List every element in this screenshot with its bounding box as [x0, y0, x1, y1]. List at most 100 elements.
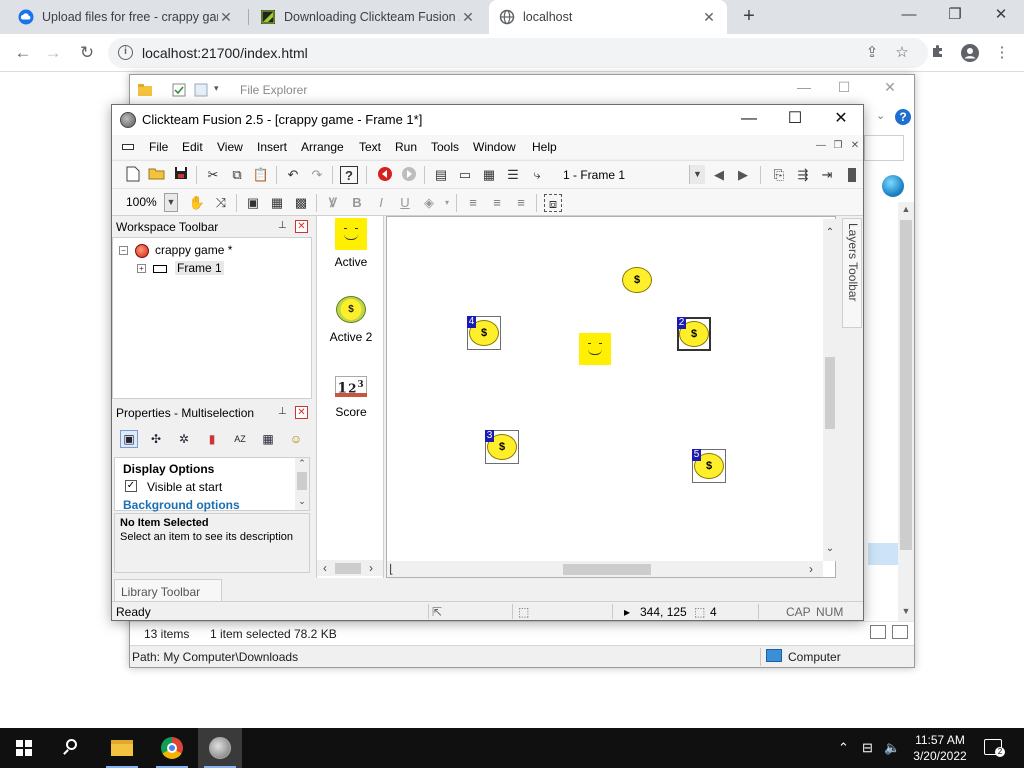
visible-at-start-checkbox[interactable]: ✓: [125, 480, 137, 492]
network-icon[interactable]: ⊟: [862, 740, 873, 756]
previous-frame-icon[interactable]: ◀: [710, 166, 728, 184]
profile-avatar-icon[interactable]: [960, 43, 980, 63]
browser-tab-upload[interactable]: Upload files for free - crappy gam ✕: [8, 0, 244, 34]
menu-help[interactable]: Help: [532, 140, 557, 154]
show-hidden-icons-chevron[interactable]: ⌃: [838, 740, 849, 756]
menu-window[interactable]: Window: [473, 140, 516, 154]
share-icon[interactable]: ⇪: [862, 43, 882, 63]
extensions-puzzle-icon[interactable]: [928, 43, 948, 63]
scroll-left-icon[interactable]: ‹: [323, 561, 327, 575]
fe-search-box[interactable]: [864, 135, 904, 161]
properties-scrollbar[interactable]: ⌃ ⌄: [295, 458, 309, 510]
help-icon[interactable]: ?: [895, 109, 911, 125]
values-tab-icon[interactable]: ▮: [203, 430, 221, 448]
search-icon[interactable]: [62, 739, 80, 757]
score-counter-icon[interactable]: 123: [335, 376, 367, 397]
mdi-close-icon[interactable]: ✕: [848, 139, 862, 153]
paste-icon[interactable]: 📋: [252, 166, 270, 184]
display-tab-icon[interactable]: ▣: [120, 430, 138, 448]
clickteam-fusion-window[interactable]: Clickteam Fusion 2.5 - [crappy game - Fr…: [111, 104, 864, 621]
zoom-dropdown[interactable]: 100% ▼: [122, 193, 178, 212]
fe-close-button[interactable]: ✕: [872, 79, 908, 96]
bold-icon[interactable]: B: [348, 194, 366, 212]
undo-icon[interactable]: ↶: [284, 166, 302, 184]
copy-icon[interactable]: ⧉: [228, 166, 246, 184]
fe-minimize-button[interactable]: —: [786, 79, 822, 95]
menu-edit[interactable]: Edit: [182, 140, 203, 154]
reload-button[interactable]: ↻: [76, 42, 98, 64]
browser-tab-downloading[interactable]: Downloading Clickteam Fusion 2. ✕: [250, 0, 486, 34]
close-window-button[interactable]: ✕: [978, 0, 1024, 32]
forward-button[interactable]: →: [42, 42, 64, 64]
editor-vscrollbar[interactable]: ⌃ ⌄: [823, 219, 837, 561]
taskbar-clock[interactable]: 11:57 AM 3/20/2022: [900, 732, 980, 764]
background-options-category[interactable]: Background options: [123, 498, 240, 512]
menu-arrange[interactable]: Arrange: [301, 140, 344, 154]
scale-rotate-icon[interactable]: ⤨: [212, 194, 230, 212]
scroll-right-icon[interactable]: ›: [369, 561, 373, 575]
bookmark-star-icon[interactable]: ☆: [892, 43, 912, 63]
mdi-restore-icon[interactable]: ❐: [831, 139, 845, 153]
mdi-minimize-icon[interactable]: —: [814, 139, 828, 153]
browser-tab-localhost[interactable]: localhost ✕: [489, 0, 727, 34]
event-list-editor-icon[interactable]: ☰: [504, 166, 522, 184]
expand-icon[interactable]: +: [137, 264, 146, 273]
tab-close-icon[interactable]: ✕: [701, 9, 717, 26]
menu-tools[interactable]: Tools: [431, 140, 459, 154]
fe-maximize-button[interactable]: ☐: [826, 79, 862, 96]
save-disk-icon[interactable]: [172, 166, 190, 184]
new-file-icon[interactable]: [124, 166, 142, 184]
pin-icon[interactable]: ⊥: [278, 220, 287, 231]
fusion-close-button[interactable]: ✕: [818, 105, 864, 135]
scroll-down-icon[interactable]: ⌄: [295, 496, 309, 507]
tree-item-game[interactable]: − crappy game *: [119, 243, 299, 259]
menu-text[interactable]: Text: [359, 140, 381, 154]
notification-center-icon[interactable]: 2: [984, 739, 1005, 757]
new-folder-icon[interactable]: [194, 83, 208, 97]
editor-hscrollbar[interactable]: ⌊ ›: [387, 561, 823, 577]
scroll-down-icon[interactable]: ▼: [898, 606, 914, 616]
scroll-up-icon[interactable]: ⌃: [823, 227, 837, 238]
frame-editor-canvas[interactable]: $ $ 4 $ 2 $ 3 $ 5 ⌃ ⌄ ⌊ ›: [386, 216, 837, 578]
active-object-icon[interactable]: [335, 218, 367, 250]
align-right-icon[interactable]: ≡: [512, 194, 530, 212]
taskbar-chrome[interactable]: [150, 728, 194, 768]
new-tab-button[interactable]: +: [738, 6, 760, 28]
back-button[interactable]: ←: [12, 42, 34, 64]
properties-scroll-thumb[interactable]: [297, 472, 307, 490]
resize-frame-icon[interactable]: ⧈: [544, 194, 562, 212]
fe-scrollbar[interactable]: ▲ ▼: [898, 202, 914, 622]
menu-file[interactable]: File: [149, 140, 168, 154]
fusion-minimize-button[interactable]: —: [726, 105, 772, 135]
volume-icon[interactable]: 🔈: [884, 740, 900, 756]
underline-icon[interactable]: U: [396, 194, 414, 212]
run-application-icon[interactable]: ⇶: [794, 166, 812, 184]
hand-pan-icon[interactable]: ✋: [188, 194, 206, 212]
text-properties-icon[interactable]: Ꝟ: [324, 194, 342, 212]
frame-selector-dropdown[interactable]: 1 - Frame 1 ▼: [556, 164, 706, 185]
scroll-up-icon[interactable]: ▲: [898, 204, 914, 214]
redo-icon[interactable]: ↷: [308, 166, 326, 184]
alphabetic-tab-icon[interactable]: AZ: [231, 430, 249, 448]
align-left-icon[interactable]: ≡: [464, 194, 482, 212]
italic-icon[interactable]: I: [372, 194, 390, 212]
scroll-up-icon[interactable]: ⌃: [295, 458, 309, 469]
large-icons-view-icon[interactable]: [892, 625, 908, 639]
scroll-right-icon[interactable]: ›: [809, 562, 813, 576]
objects-hscrollbar[interactable]: ‹ ›: [317, 560, 383, 576]
layers-toolbar-tab[interactable]: Layers Toolbar: [842, 218, 862, 328]
editor-vscroll-thumb[interactable]: [825, 357, 835, 429]
restore-button[interactable]: ❐: [932, 0, 978, 32]
go-back-icon[interactable]: [376, 166, 394, 184]
panel-close-icon[interactable]: ✕: [295, 220, 308, 233]
editor-hscroll-thumb[interactable]: [563, 564, 651, 575]
storyboard-editor-icon[interactable]: ▤: [432, 166, 450, 184]
coin-object[interactable]: $: [622, 267, 652, 293]
menu-insert[interactable]: Insert: [257, 140, 287, 154]
toolbar-overflow-icon[interactable]: [848, 168, 856, 182]
ribbon-expand-chevron-icon[interactable]: ⌄: [876, 109, 885, 122]
snap-grid-icon[interactable]: ▩: [292, 194, 310, 212]
info-icon[interactable]: i: [118, 45, 133, 60]
smiley-active-object[interactable]: [579, 333, 611, 365]
scroll-left-icon[interactable]: ⌊: [389, 562, 394, 576]
